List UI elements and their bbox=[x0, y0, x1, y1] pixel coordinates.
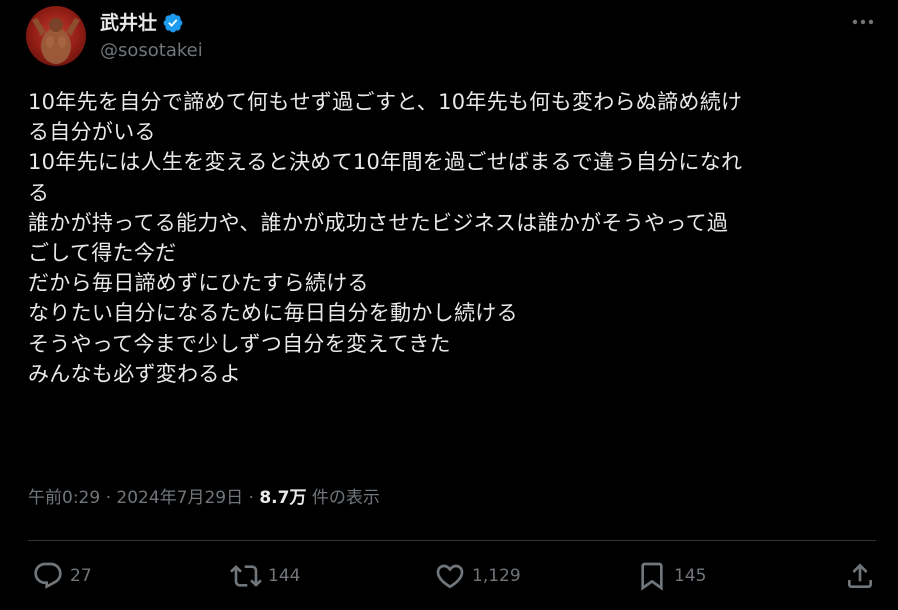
retweet-count: 144 bbox=[268, 566, 301, 586]
reply-icon bbox=[34, 562, 62, 589]
bookmark-button[interactable]: 145 bbox=[636, 554, 706, 598]
like-count: 1,129 bbox=[472, 566, 521, 586]
tweet-header: 武井壮 @sosotakei bbox=[26, 6, 876, 68]
avatar-image bbox=[32, 18, 80, 64]
meta-separator: · bbox=[100, 488, 117, 508]
like-button[interactable]: 1,129 bbox=[434, 554, 521, 598]
tweet-date[interactable]: 2024年7月29日 bbox=[116, 488, 243, 508]
tweet-text-line: だから毎日諦めずにひたすら続ける bbox=[28, 271, 369, 296]
reply-count: 27 bbox=[70, 566, 92, 586]
tweet-text-line: る bbox=[28, 180, 50, 205]
retweet-icon bbox=[230, 565, 262, 587]
views-label: 件の表示 bbox=[306, 488, 380, 508]
name-row: 武井壮 bbox=[100, 10, 203, 36]
author-handle[interactable]: @sosotakei bbox=[100, 38, 203, 64]
share-button[interactable] bbox=[844, 554, 876, 598]
reply-button[interactable]: 27 bbox=[32, 554, 92, 598]
tweet-text-line: る自分がいる bbox=[28, 120, 156, 145]
tweet-text-line: 10年先には人生を変えると決めて10年間を過ごせばまるで違う自分になれ bbox=[28, 150, 743, 175]
tweet-text-line: みんなも必ず変わるよ bbox=[28, 361, 241, 386]
bookmark-icon bbox=[641, 562, 663, 591]
tweet-text-line: 10年先を自分で諦めて何もせず過ごすと、10年先も何も変わらぬ諦め続け bbox=[28, 90, 743, 114]
meta-separator: · bbox=[243, 488, 260, 508]
more-options-icon[interactable] bbox=[850, 12, 876, 32]
tweet-time[interactable]: 午前0:29 bbox=[28, 488, 100, 508]
verified-badge-icon bbox=[163, 13, 183, 33]
avatar[interactable] bbox=[26, 6, 86, 66]
tweet-text-line: 誰かが持ってる能力や、誰かが成功させたビジネスは誰かがそうやって過 bbox=[28, 210, 729, 235]
tweet-text-line: なりたい自分になるために毎日自分を動かし続ける bbox=[28, 301, 518, 326]
heart-icon bbox=[436, 564, 464, 589]
tweet-meta: 午前0:29 · 2024年7月29日 · 8.7万 件の表示 bbox=[28, 484, 380, 512]
retweet-button[interactable]: 144 bbox=[230, 554, 300, 598]
views-count[interactable]: 8.7万 bbox=[259, 488, 306, 508]
divider bbox=[28, 540, 876, 541]
action-bar: 27 144 1,129 145 bbox=[28, 554, 876, 598]
tweet-text-line: ごして得た今だ bbox=[28, 241, 177, 266]
author-info: 武井壮 @sosotakei bbox=[100, 10, 203, 64]
bookmark-count: 145 bbox=[674, 566, 707, 586]
tweet-text-line: そうやって今まで少しずつ自分を変えてきた bbox=[28, 331, 451, 356]
tweet-text: 10年先を自分で諦めて何もせず過ごすと、10年先も何も変わらぬ諦め続け る自分が… bbox=[28, 87, 878, 389]
share-icon bbox=[848, 563, 872, 588]
display-name[interactable]: 武井壮 bbox=[100, 10, 157, 36]
